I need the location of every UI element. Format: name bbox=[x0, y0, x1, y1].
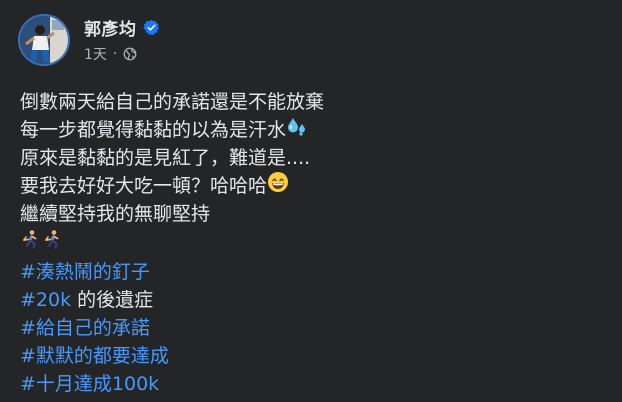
hashtag-link[interactable]: #給自己的承諾 bbox=[20, 314, 150, 342]
hashtag-line: #十月達成100k bbox=[20, 370, 324, 398]
verified-badge-icon bbox=[142, 19, 160, 36]
runner-emoji bbox=[20, 229, 40, 257]
post-line: 倒數兩天給自己的承諾還是不能放棄 bbox=[20, 88, 324, 116]
post-text: 繼續堅持我的無聊堅持 bbox=[20, 203, 211, 225]
hashtag-line: #默默的都要達成 bbox=[20, 342, 324, 370]
avatar-image bbox=[20, 16, 68, 64]
post-text: 要我去好好大吃一頓？哈哈哈 bbox=[20, 175, 268, 197]
runner-emojis bbox=[20, 228, 324, 258]
post-text: 原來是黏黏的是見紅了，難道是.... bbox=[20, 147, 311, 169]
facebook-post: 郭彥均 1天 · 倒數兩天給自己的承諾還是不能放棄 每一步都覺得黏黏的以為是汗水… bbox=[0, 0, 622, 402]
grinning-face-emoji bbox=[267, 171, 289, 201]
author-name[interactable]: 郭彥均 bbox=[84, 15, 137, 40]
name-row: 郭彥均 bbox=[84, 15, 160, 40]
post-header: 郭彥均 1天 · bbox=[18, 14, 160, 66]
hashtag-line: #給自己的承諾 bbox=[20, 314, 324, 342]
hashtag-suffix-text: 的後遺症 bbox=[71, 289, 154, 311]
globe-icon[interactable] bbox=[123, 47, 137, 61]
hashtag-line: #20k 的後遺症 bbox=[20, 286, 324, 314]
post-text: 每一步都覺得黏黏的以為是汗水 bbox=[20, 119, 287, 141]
post-subline: 1天 · bbox=[84, 44, 160, 64]
hashtag-link[interactable]: #湊熱鬧的釘子 bbox=[20, 258, 150, 286]
hashtag-link[interactable]: #20k bbox=[20, 286, 71, 314]
sweat-droplets-emoji bbox=[286, 115, 308, 145]
post-line: 原來是黏黏的是見紅了，難道是.... bbox=[20, 144, 324, 172]
separator-dot: · bbox=[112, 46, 118, 62]
hashtag-line: #湊熱鬧的釘子 bbox=[20, 258, 324, 286]
hashtag-link[interactable]: #十月達成100k bbox=[20, 370, 159, 398]
hashtag-link[interactable]: #默默的都要達成 bbox=[20, 342, 169, 370]
post-line: 繼續堅持我的無聊堅持 bbox=[20, 200, 324, 228]
avatar[interactable] bbox=[18, 14, 70, 66]
post-line: 每一步都覺得黏黏的以為是汗水 bbox=[20, 116, 324, 144]
post-meta: 郭彥均 1天 · bbox=[84, 15, 160, 64]
post-timestamp[interactable]: 1天 bbox=[84, 44, 107, 64]
post-text: 倒數兩天給自己的承諾還是不能放棄 bbox=[20, 91, 325, 113]
post-line: 要我去好好大吃一頓？哈哈哈 bbox=[20, 172, 324, 200]
post-body: 倒數兩天給自己的承諾還是不能放棄 每一步都覺得黏黏的以為是汗水 原來是黏黏的是見… bbox=[20, 88, 324, 398]
runner-emoji bbox=[42, 229, 62, 257]
